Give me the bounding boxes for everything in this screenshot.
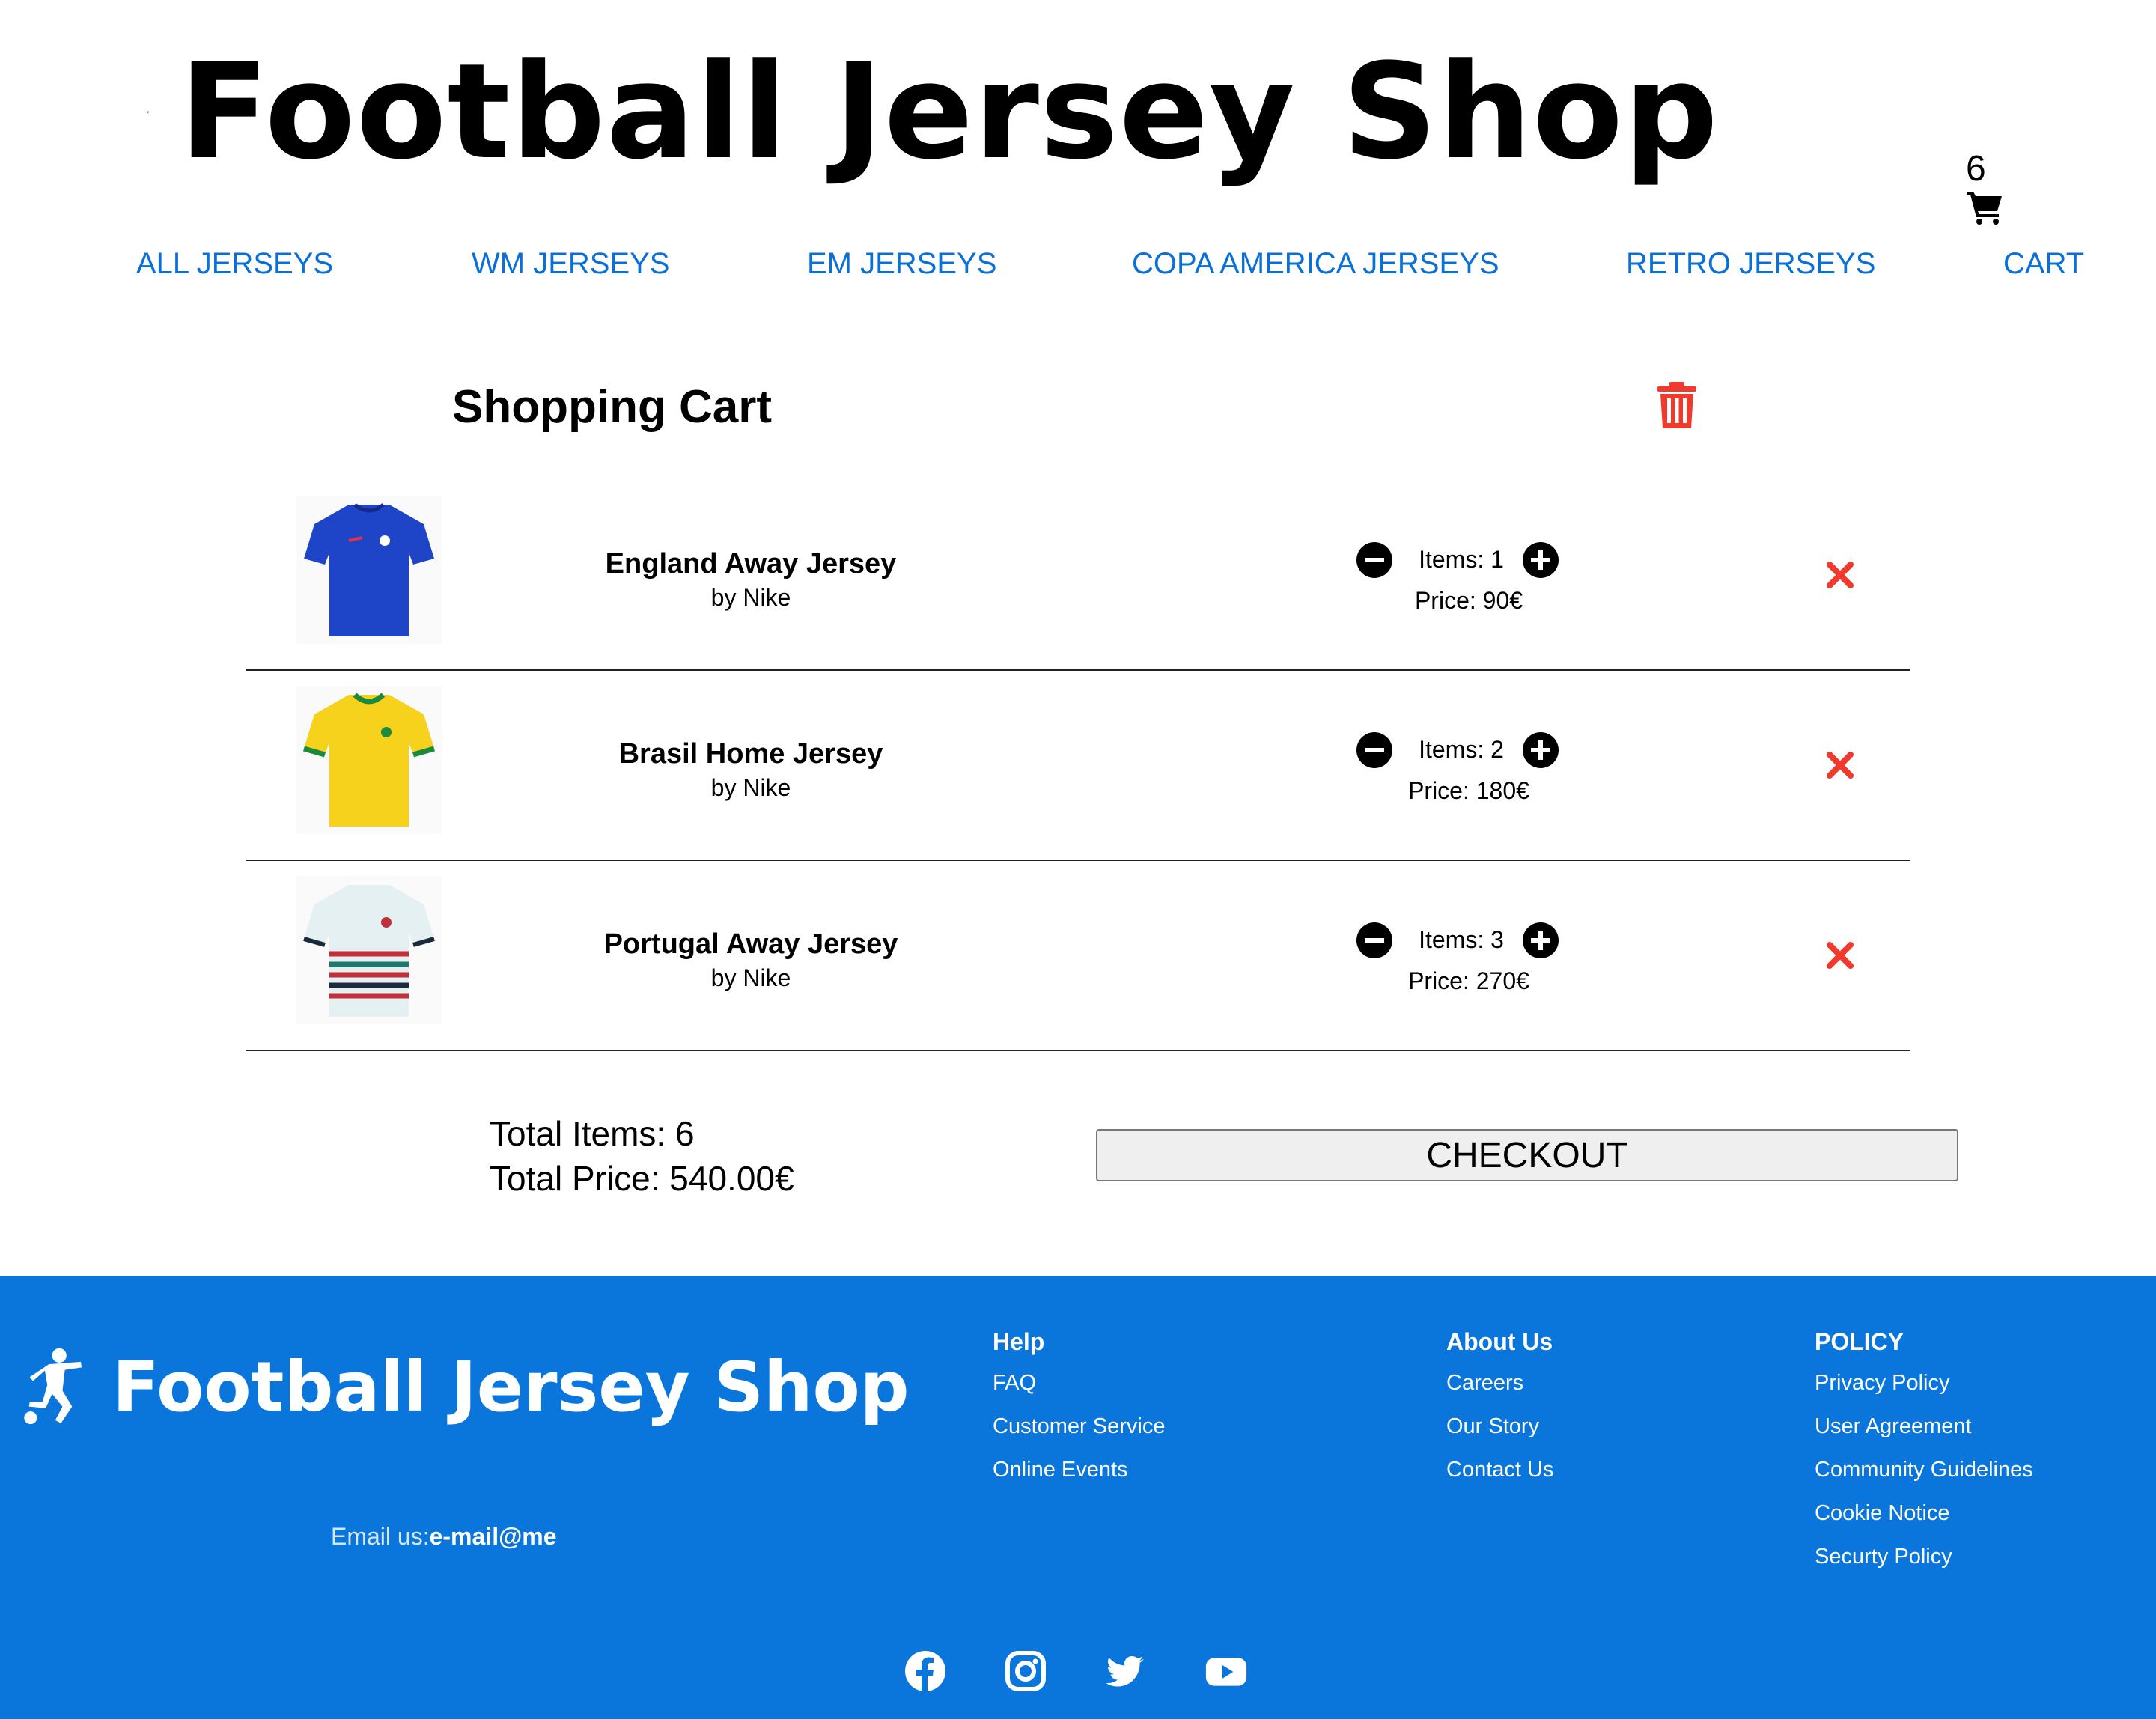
main-nav: ALL JERSEYS WM JERSEYS EM JERSEYS COPA A…: [0, 247, 2156, 299]
nav-copa-america-jerseys[interactable]: COPA AMERICA JERSEYS: [1132, 247, 1499, 281]
email-label: Email us:: [331, 1523, 430, 1550]
nav-em-jerseys[interactable]: EM JERSEYS: [807, 247, 996, 281]
football-player-icon: [147, 111, 149, 114]
increase-quantity-button[interactable]: [1523, 922, 1559, 958]
item-count: Items: 3: [1419, 926, 1504, 953]
footer-column-help: Help FAQ Customer Service Online Events: [993, 1328, 1165, 1498]
item-price: Price: 270€: [1408, 967, 1529, 994]
jersey-image: [296, 496, 442, 644]
footer-link[interactable]: Careers: [1446, 1368, 1553, 1411]
facebook-icon[interactable]: [904, 1650, 946, 1692]
social-links: [0, 1650, 2156, 1695]
footer-column-title: Help: [993, 1328, 1045, 1355]
footer-column-title: POLICY: [1815, 1328, 1904, 1355]
instagram-icon[interactable]: [1005, 1650, 1047, 1692]
item-count: Items: 2: [1419, 736, 1504, 763]
football-player-icon: [24, 1348, 82, 1425]
nav-cart[interactable]: CART: [2003, 247, 2084, 281]
decrease-quantity-button[interactable]: [1356, 922, 1392, 958]
footer-title: Football Jersey Shop: [112, 1346, 910, 1427]
twitter-icon[interactable]: [1103, 1650, 1145, 1692]
product-brand: by Nike: [710, 964, 791, 991]
footer-link[interactable]: FAQ: [993, 1368, 1165, 1411]
item-price: Price: 180€: [1408, 777, 1529, 804]
remove-item-icon[interactable]: [1825, 560, 1855, 590]
site-title: Football Jersey Shop: [179, 35, 1719, 189]
cart-count-badge: 6: [1966, 149, 1986, 189]
trash-icon[interactable]: [1656, 382, 1698, 428]
item-count: Items: 1: [1419, 546, 1504, 573]
footer-link[interactable]: Privacy Policy: [1815, 1368, 2033, 1411]
footer-column-about: About Us Careers Our Story Contact Us: [1446, 1328, 1553, 1498]
quantity-stepper: Items: 1: [1356, 542, 1581, 581]
checkout-button[interactable]: CHECKOUT: [1096, 1129, 1958, 1181]
nav-all-jerseys[interactable]: ALL JERSEYS: [136, 247, 333, 281]
footer-link[interactable]: Customer Service: [993, 1411, 1165, 1455]
page-title: Shopping Cart: [452, 381, 773, 433]
site-header: Football Jersey Shop 6 ALL JERSEYS WM JE…: [0, 0, 2156, 281]
cart-item-row: England Away Jersey by Nike Items: 1 Pri…: [246, 479, 1910, 671]
footer-link[interactable]: User Agreement: [1815, 1411, 2033, 1455]
footer-logo[interactable]: Football Jersey Shop: [21, 1343, 910, 1430]
total-price: Total Price: 540.00€: [490, 1159, 794, 1198]
footer-link[interactable]: Cookie Notice: [1815, 1498, 2033, 1542]
footer-column-title: About Us: [1446, 1328, 1553, 1355]
product-name: Portugal Away Jersey: [603, 928, 898, 960]
nav-wm-jerseys[interactable]: WM JERSEYS: [472, 247, 669, 281]
youtube-icon[interactable]: [1205, 1650, 1247, 1692]
product-name: England Away Jersey: [605, 548, 897, 579]
shopping-cart-icon[interactable]: [1966, 189, 2003, 226]
footer-link[interactable]: Online Events: [993, 1455, 1165, 1498]
footer-link[interactable]: Community Guidelines: [1815, 1455, 2033, 1498]
product-brand: by Nike: [710, 774, 791, 801]
cart-item-row: Brasil Home Jersey by Nike Items: 2 Pric…: [246, 669, 1910, 861]
footer-link[interactable]: Contact Us: [1446, 1455, 1553, 1498]
increase-quantity-button[interactable]: [1523, 542, 1559, 578]
footer-link[interactable]: Our Story: [1446, 1411, 1553, 1455]
quantity-stepper: Items: 3: [1356, 922, 1581, 961]
increase-quantity-button[interactable]: [1523, 732, 1559, 768]
jersey-image: [296, 876, 442, 1024]
footer-email: Email us:e-mail@me: [331, 1523, 557, 1551]
jersey-image: [296, 686, 442, 834]
footer-column-policy: POLICY Privacy Policy User Agreement Com…: [1815, 1328, 2033, 1585]
product-brand: by Nike: [710, 584, 791, 611]
item-price: Price: 90€: [1414, 587, 1523, 614]
email-link[interactable]: e-mail@me: [430, 1523, 557, 1550]
site-logo[interactable]: Football Jersey Shop: [147, 30, 1719, 195]
site-footer: Football Jersey Shop Email us:e-mail@me …: [0, 1276, 2156, 1719]
quantity-stepper: Items: 2: [1356, 732, 1581, 771]
footer-link[interactable]: Securty Policy: [1815, 1542, 2033, 1585]
remove-item-icon[interactable]: [1825, 940, 1855, 970]
total-items: Total Items: 6: [490, 1114, 695, 1153]
cart-totals: Total Items: 6 Total Price: 540.00€: [490, 1111, 794, 1201]
nav-retro-jerseys[interactable]: RETRO JERSEYS: [1626, 247, 1875, 281]
product-name: Brasil Home Jersey: [618, 738, 883, 770]
cart-item-row: Portugal Away Jersey by Nike Items: 3 Pr…: [246, 860, 1910, 1051]
remove-item-icon[interactable]: [1825, 750, 1855, 780]
decrease-quantity-button[interactable]: [1356, 732, 1392, 768]
decrease-quantity-button[interactable]: [1356, 542, 1392, 578]
